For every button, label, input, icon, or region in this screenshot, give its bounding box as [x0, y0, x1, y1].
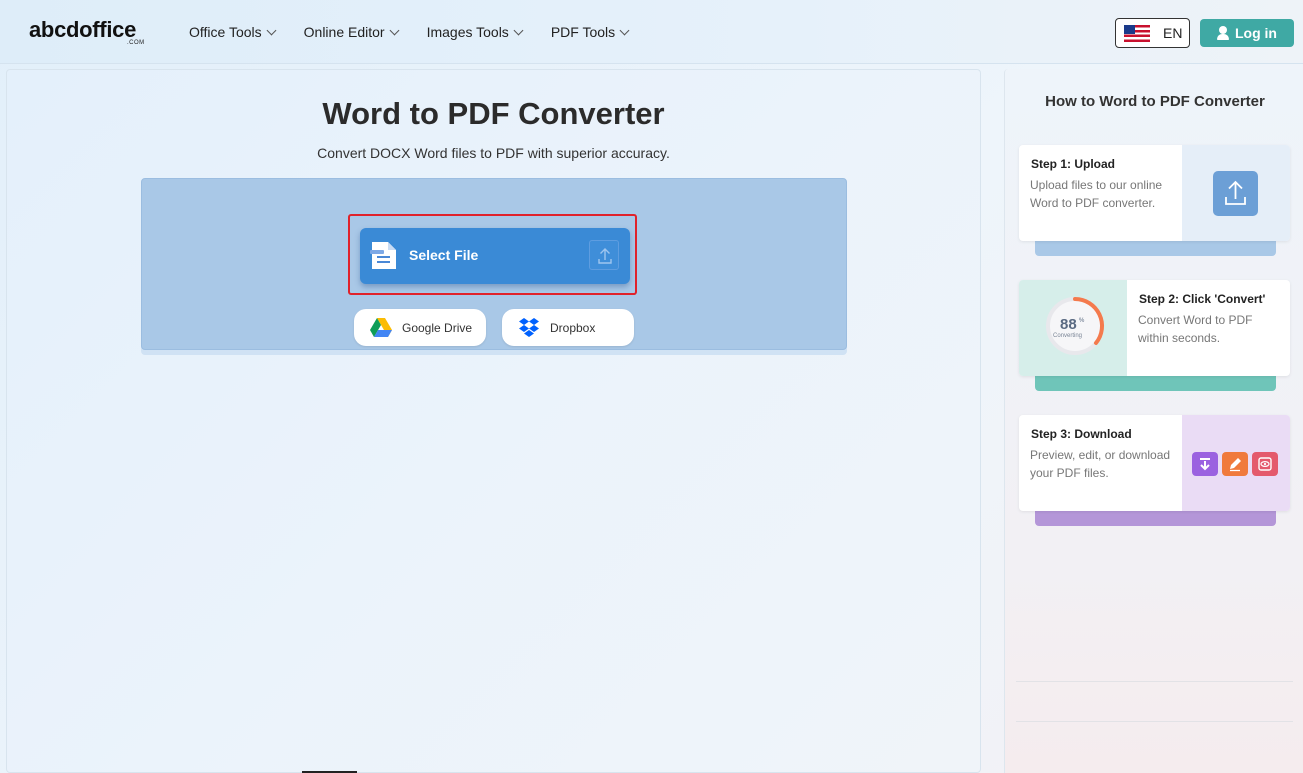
dropbox-button[interactable]: Dropbox — [502, 309, 634, 346]
progress-value: 88 — [1060, 316, 1077, 333]
nav-label: Office Tools — [189, 24, 262, 40]
login-label: Log in — [1235, 25, 1277, 41]
site-header: abcdoffice .COM Office Tools Online Edit… — [0, 0, 1303, 64]
main-panel — [6, 69, 981, 773]
preview-icon — [1252, 452, 1278, 476]
nav-office-tools[interactable]: Office Tools — [189, 24, 277, 40]
select-file-label: Select File — [409, 247, 479, 263]
nav-images-tools[interactable]: Images Tools — [426, 24, 524, 40]
divider — [1016, 721, 1293, 722]
us-flag-icon — [1124, 24, 1150, 42]
page-title: Word to PDF Converter — [322, 96, 665, 131]
dropbox-label: Dropbox — [550, 320, 596, 335]
language-label: EN — [1163, 25, 1183, 41]
step-card-shadow — [1035, 510, 1276, 526]
chevron-down-icon — [619, 25, 630, 35]
sidebar-title: How to Word to PDF Converter — [1045, 93, 1265, 110]
user-icon — [1217, 26, 1229, 40]
step-card-shadow — [1035, 375, 1276, 391]
select-file-button[interactable]: Select File — [360, 228, 630, 284]
nav-online-editor[interactable]: Online Editor — [303, 24, 400, 40]
step-title: Step 3: Download — [1031, 427, 1132, 441]
divider — [1016, 681, 1293, 682]
progress-unit: % — [1079, 318, 1085, 324]
logo[interactable]: abcdoffice .COM — [29, 17, 144, 47]
login-button[interactable]: Log in — [1200, 19, 1294, 47]
google-drive-button[interactable]: Google Drive — [354, 309, 486, 346]
step-card-shadow — [1035, 240, 1276, 256]
nav-label: Online Editor — [303, 24, 385, 40]
nav-label: Images Tools — [426, 24, 509, 40]
logo-domain: .COM — [127, 40, 145, 46]
step-title: Step 1: Upload — [1031, 157, 1116, 171]
logo-text: abcdoffice — [29, 17, 137, 42]
upload-icon — [589, 240, 619, 270]
chevron-down-icon — [266, 25, 277, 35]
dropbox-icon — [519, 317, 539, 337]
upload-icon — [1213, 171, 1258, 216]
main-nav: Office Tools Online Editor Images Tools … — [189, 24, 657, 40]
google-drive-icon — [370, 318, 392, 337]
edit-icon — [1222, 452, 1248, 476]
chevron-down-icon — [513, 25, 524, 35]
nav-label: PDF Tools — [550, 24, 616, 40]
step-description: Upload files to our online Word to PDF c… — [1030, 178, 1163, 210]
google-drive-label: Google Drive — [402, 320, 473, 335]
step-description: Preview, edit, or download your PDF file… — [1030, 448, 1171, 480]
progress-label: Converting — [1053, 333, 1083, 339]
step-title: Step 2: Click 'Convert' — [1139, 292, 1266, 306]
page-subtitle: Convert DOCX Word files to PDF with supe… — [317, 145, 670, 161]
nav-pdf-tools[interactable]: PDF Tools — [550, 24, 630, 40]
chevron-down-icon — [389, 25, 400, 35]
step-description: Convert Word to PDF within seconds. — [1138, 313, 1253, 345]
language-selector[interactable]: EN — [1115, 18, 1190, 48]
document-icon — [370, 242, 396, 269]
download-icon — [1192, 452, 1218, 476]
